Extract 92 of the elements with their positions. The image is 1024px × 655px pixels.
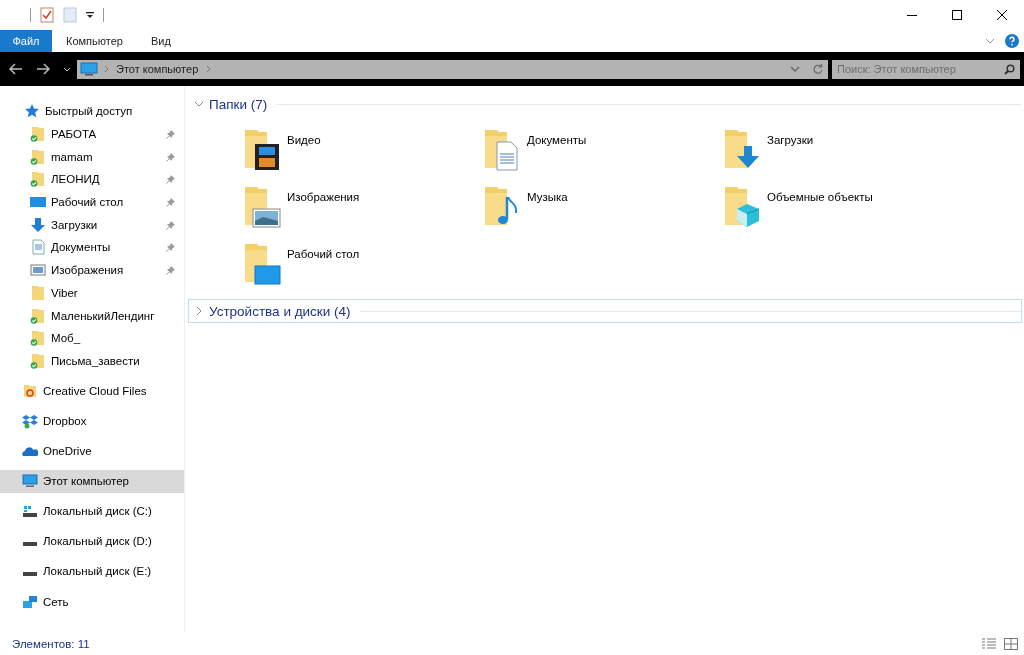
sidebar-item[interactable]: Письма_завести xyxy=(0,349,184,373)
download-arrow-icon xyxy=(30,216,46,233)
customize-dropdown-icon[interactable] xyxy=(86,11,94,19)
pin-icon[interactable] xyxy=(166,174,176,185)
star-icon xyxy=(24,103,40,120)
documents-folder-icon xyxy=(483,128,521,172)
recent-locations-icon[interactable] xyxy=(63,66,71,72)
folder-tile[interactable]: Музыка xyxy=(483,185,723,229)
folder-tile[interactable]: Рабочий стол xyxy=(243,242,483,286)
folder-name: Загрузки xyxy=(767,133,814,148)
computer-icon xyxy=(22,473,38,490)
folder-icon xyxy=(30,307,46,324)
search-field[interactable]: Поиск: Этот компьютер xyxy=(832,59,1020,79)
drive-icon xyxy=(22,542,38,547)
sidebar-item[interactable]: OneDrive xyxy=(0,439,184,463)
close-icon xyxy=(996,10,1007,20)
group-header[interactable]: Устройства и диски (4) xyxy=(188,299,1022,323)
folder-name: Изображения xyxy=(287,190,360,205)
search-icon[interactable] xyxy=(1004,63,1015,75)
folder-icon xyxy=(30,352,46,369)
desktop-folder-icon xyxy=(243,242,281,286)
chevron-icon[interactable] xyxy=(194,99,204,109)
ribbon-tab[interactable]: Файл xyxy=(0,30,52,52)
pictures-folder-icon xyxy=(243,185,281,229)
sidebar-item[interactable]: Документы xyxy=(0,236,184,259)
folder-tile[interactable]: Документы xyxy=(483,128,723,172)
folder-icon xyxy=(30,126,46,143)
sidebar-item[interactable]: РАБОТА xyxy=(0,122,184,146)
dropbox-icon xyxy=(22,413,38,430)
folder-name: Видео xyxy=(287,133,321,148)
help-icon[interactable] xyxy=(1005,34,1019,48)
pin-icon[interactable] xyxy=(166,129,176,140)
sidebar-item[interactable]: Моб_ xyxy=(0,326,184,350)
pin-icon[interactable] xyxy=(166,197,176,208)
network-icon xyxy=(22,593,38,610)
chevron-icon[interactable] xyxy=(206,65,212,73)
sidebar-item[interactable]: Быстрый доступ xyxy=(0,100,184,123)
sidebar-item[interactable]: МаленькийЛендинг xyxy=(0,304,184,327)
maximize-icon xyxy=(951,10,962,20)
folder-name: Объемные объекты xyxy=(767,190,873,205)
sidebar-item[interactable]: Загрузки xyxy=(0,213,184,237)
sidebar-item[interactable]: Сеть xyxy=(0,590,184,613)
details-view-icon[interactable] xyxy=(982,638,996,650)
folder-icon xyxy=(30,330,46,347)
pin-icon[interactable] xyxy=(166,219,176,230)
sidebar-item[interactable]: Creative Cloud Files xyxy=(0,379,184,403)
picture-icon xyxy=(30,262,46,279)
pin-icon[interactable] xyxy=(166,265,176,276)
chevron-icon[interactable] xyxy=(104,65,109,73)
pin-icon[interactable] xyxy=(166,151,176,162)
sidebar-item[interactable]: Локальный диск (E:) xyxy=(0,560,184,583)
document-icon xyxy=(30,239,46,256)
chevron-icon[interactable] xyxy=(194,306,204,316)
refresh-icon[interactable] xyxy=(812,63,824,75)
ribbon-tab[interactable]: Вид xyxy=(136,30,185,52)
folder-tile[interactable]: Изображения xyxy=(243,185,483,229)
folder-name: Рабочий стол xyxy=(287,247,360,262)
folder-name: Музыка xyxy=(527,190,568,205)
drive-icon xyxy=(22,503,38,520)
dropdown-caret-icon[interactable] xyxy=(790,66,800,72)
folder-icon xyxy=(30,171,46,188)
folder-name: Документы xyxy=(527,133,587,148)
pin-icon[interactable] xyxy=(166,242,176,253)
group-header[interactable]: Папки (7) xyxy=(188,92,1022,116)
sidebar-item[interactable]: mamam xyxy=(0,145,184,169)
drive-icon xyxy=(22,572,38,577)
ribbon-tab[interactable]: Компьютер xyxy=(52,30,137,52)
folder-icon xyxy=(30,148,46,165)
sidebar-item[interactable]: ЛЕОНИД xyxy=(0,168,184,191)
folder-tile[interactable]: Видео xyxy=(243,128,483,172)
folder-icon xyxy=(30,284,46,301)
computer-icon xyxy=(80,62,98,76)
cube-folder-icon xyxy=(723,185,761,229)
properties-icon[interactable] xyxy=(40,7,54,23)
sidebar-item[interactable]: Viber xyxy=(0,281,184,305)
folder-icon xyxy=(22,383,38,399)
address-field[interactable]: Этот компьютер xyxy=(77,59,828,79)
sidebar-item[interactable]: Локальный диск (C:) xyxy=(0,499,184,523)
item-count: Элементов: 11 xyxy=(12,638,90,650)
sidebar-item[interactable]: Рабочий стол xyxy=(0,190,184,214)
breadcrumb[interactable]: Этот компьютер xyxy=(115,63,200,75)
forward-arrow-icon[interactable] xyxy=(36,63,50,75)
sidebar-item[interactable]: Dropbox xyxy=(0,409,184,433)
sidebar-item[interactable]: Локальный диск (D:) xyxy=(0,530,184,553)
folder-tile[interactable]: Объемные объекты xyxy=(723,185,963,229)
expand-ribbon-icon[interactable] xyxy=(985,38,995,44)
sidebar-item[interactable]: Изображения xyxy=(0,258,184,282)
sidebar-item[interactable]: Этот компьютер xyxy=(0,469,184,493)
large-icons-view-icon[interactable] xyxy=(1004,638,1018,650)
back-arrow-icon[interactable] xyxy=(9,63,23,75)
video-folder-icon xyxy=(243,128,281,172)
folder-tile[interactable]: Загрузки xyxy=(723,128,963,172)
